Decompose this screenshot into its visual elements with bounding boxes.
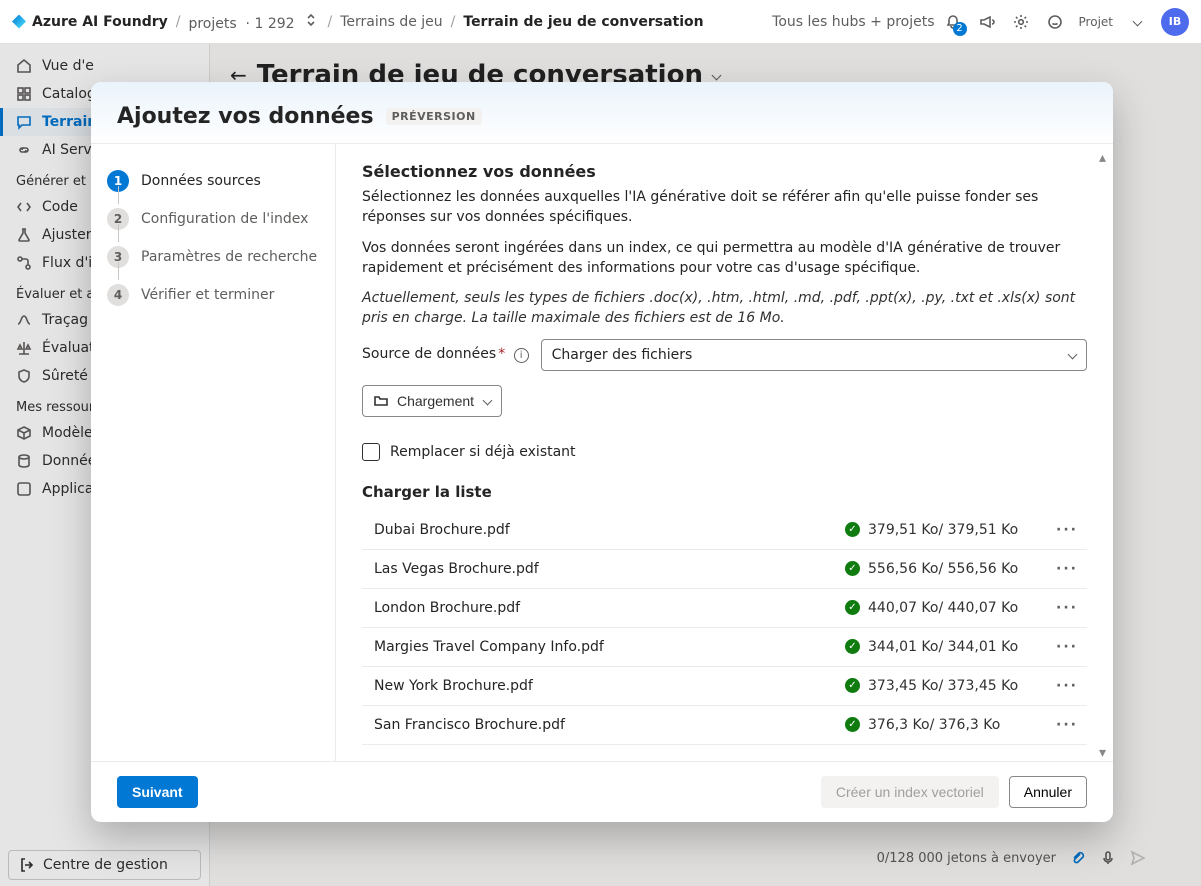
notifications-icon[interactable]: 2 <box>943 12 963 32</box>
chevron-down-icon <box>1068 350 1078 360</box>
notifications-badge: 2 <box>953 22 967 36</box>
file-name: London Brochure.pdf <box>374 600 845 616</box>
file-size: 344,01 Ko/ 344,01 Ko <box>868 639 1018 655</box>
chevron-down-icon <box>1132 17 1142 27</box>
scroll-down-icon[interactable]: ▾ <box>1099 745 1109 755</box>
next-button[interactable]: Suivant <box>117 776 198 808</box>
brand-name: Azure AI Foundry <box>32 14 168 30</box>
file-name: Dubai Brochure.pdf <box>374 522 845 538</box>
file-name: New York Brochure.pdf <box>374 678 845 694</box>
content-hint: Actuellement, seuls les types de fichier… <box>362 288 1087 329</box>
file-size: 373,45 Ko/ 373,45 Ko <box>868 678 1018 694</box>
info-icon[interactable]: i <box>514 348 529 363</box>
file-row: Las Vegas Brochure.pdf✓ 556,56 Ko/ 556,56… <box>362 550 1087 589</box>
datasource-select[interactable]: Charger des fichiers <box>541 339 1087 371</box>
success-icon: ✓ <box>845 561 860 576</box>
success-icon: ✓ <box>845 639 860 654</box>
avatar[interactable]: IB <box>1161 8 1189 36</box>
modal-header: Ajoutez vos données PRÉVERSION <box>91 82 1113 143</box>
replace-label: Remplacer si déjà existant <box>390 444 576 460</box>
breadcrumb-sep: / <box>451 14 456 30</box>
success-icon: ✓ <box>845 678 860 693</box>
file-size: 379,51 Ko/ 379,51 Ko <box>868 522 1018 538</box>
megaphone-icon[interactable] <box>977 12 997 32</box>
file-size: 440,07 Ko/ 440,07 Ko <box>868 600 1018 616</box>
content-p1: Sélectionnez les données auxquelles l'IA… <box>362 187 1087 228</box>
wizard-step-2[interactable]: 2 Configuration de l'index <box>103 200 323 238</box>
upload-button[interactable]: Chargement <box>362 385 502 417</box>
file-row: London Brochure.pdf✓ 440,07 Ko/ 440,07 Ko… <box>362 589 1087 628</box>
replace-checkbox[interactable] <box>362 443 380 461</box>
file-list: Dubai Brochure.pdf✓379,51 Ko/ 379,51 Ko·… <box>362 511 1087 745</box>
file-menu-button[interactable]: ··· <box>1055 678 1079 694</box>
brand[interactable]: Azure AI Foundry <box>12 14 168 30</box>
file-size: 376,3 Ko/ 376,3 Ko <box>868 717 1000 733</box>
datasource-value: Charger des fichiers <box>552 347 693 363</box>
wizard-step-1[interactable]: 1 Données sources <box>103 162 323 200</box>
folder-icon <box>373 393 389 409</box>
file-list-title: Charger la liste <box>362 483 1087 501</box>
modal-content: ▴ Sélectionnez vos données Sélectionnez … <box>336 144 1113 761</box>
brand-logo-icon <box>12 15 26 29</box>
file-status: ✓ 556,56 Ko/ 556,56 Ko <box>845 561 1055 577</box>
project-label: Projet <box>1079 15 1113 29</box>
wizard-steps: 1 Données sources 2 Configuration de l'i… <box>91 144 336 761</box>
step-label: Configuration de l'index <box>141 211 308 227</box>
content-heading: Sélectionnez vos données <box>362 162 1087 181</box>
breadcrumb-sep: / <box>327 14 332 30</box>
upload-label: Chargement <box>397 393 474 409</box>
all-hubs-link[interactable]: Tous les hubs + projets <box>772 14 934 30</box>
breadcrumb-sep: / <box>176 14 181 30</box>
create-index-button: Créer un index vectoriel <box>821 776 999 808</box>
chevron-updown-icon <box>303 12 319 28</box>
file-row: Margies Travel Company Info.pdf✓ 344,01 K… <box>362 628 1087 667</box>
project-chevron[interactable] <box>1127 12 1147 32</box>
file-row: San Francisco Brochure.pdf✓ 376,3 Ko/ 376… <box>362 706 1087 745</box>
step-number: 4 <box>107 284 129 306</box>
content-p2: Vos données seront ingérées dans un inde… <box>362 238 1087 279</box>
step-label: Paramètres de recherche <box>141 249 317 265</box>
file-status: ✓ 440,07 Ko/ 440,07 Ko <box>845 600 1055 616</box>
file-name: Las Vegas Brochure.pdf <box>374 561 845 577</box>
chevron-down-icon <box>483 396 493 406</box>
datasource-label: Source de données* i <box>362 346 529 363</box>
breadcrumb-projects[interactable]: projets · 1 292 <box>188 12 319 32</box>
file-menu-button[interactable]: ··· <box>1055 561 1079 577</box>
wizard-step-4[interactable]: 4 Vérifier et terminer <box>103 276 323 314</box>
modal-footer: Suivant Créer un index vectoriel Annuler <box>91 761 1113 822</box>
modal-title: Ajoutez vos données <box>117 104 374 129</box>
file-menu-button[interactable]: ··· <box>1055 600 1079 616</box>
file-menu-button[interactable]: ··· <box>1055 639 1079 655</box>
file-row: Dubai Brochure.pdf✓ 379,51 Ko/ 379,51 Ko ·… <box>362 511 1087 550</box>
file-size: 556,56 Ko/ 556,56 Ko <box>868 561 1018 577</box>
file-status: ✓ 379,51 Ko/ 379,51 Ko <box>845 522 1055 538</box>
file-row: New York Brochure.pdf✓ 373,45 Ko/ 373,45 … <box>362 667 1087 706</box>
topbar: Azure AI Foundry / projets · 1 292 / Ter… <box>0 0 1201 44</box>
success-icon: ✓ <box>845 600 860 615</box>
success-icon: ✓ <box>845 717 860 732</box>
file-status: ✓ 376,3 Ko/ 376,3 Ko <box>845 717 1055 733</box>
preview-badge: PRÉVERSION <box>386 108 482 125</box>
file-menu-button[interactable]: ··· <box>1055 522 1079 538</box>
smiley-icon[interactable] <box>1045 12 1065 32</box>
gear-icon[interactable] <box>1011 12 1031 32</box>
breadcrumb-playgrounds[interactable]: Terrains de jeu <box>340 14 442 30</box>
success-icon: ✓ <box>845 522 860 537</box>
file-name: San Francisco Brochure.pdf <box>374 717 845 733</box>
file-status: ✓ 373,45 Ko/ 373,45 Ko <box>845 678 1055 694</box>
add-data-modal: Ajoutez vos données PRÉVERSION 1 Données… <box>91 82 1113 822</box>
wizard-step-3[interactable]: 3 Paramètres de recherche <box>103 238 323 276</box>
file-menu-button[interactable]: ··· <box>1055 717 1079 733</box>
file-status: ✓ 344,01 Ko/ 344,01 Ko <box>845 639 1055 655</box>
step-label: Vérifier et terminer <box>141 287 274 303</box>
scroll-up-icon[interactable]: ▴ <box>1099 150 1109 160</box>
file-name: Margies Travel Company Info.pdf <box>374 639 845 655</box>
breadcrumb-current: Terrain de jeu de conversation <box>463 14 703 30</box>
cancel-button[interactable]: Annuler <box>1009 776 1087 808</box>
required-star: * <box>498 346 505 362</box>
step-label: Données sources <box>141 173 261 189</box>
